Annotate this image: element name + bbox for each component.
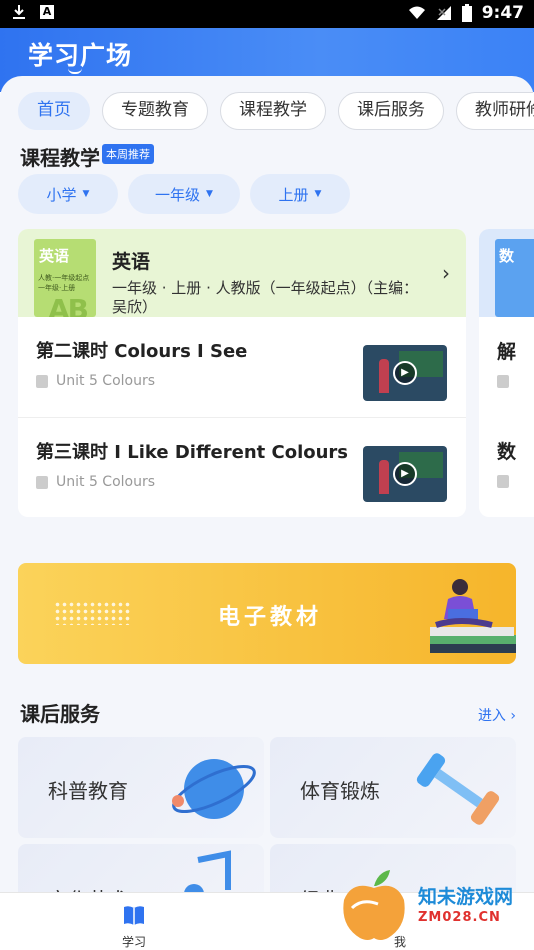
chevron-right-icon: › bbox=[510, 708, 516, 724]
chevron-right-icon[interactable]: › bbox=[442, 261, 450, 285]
book-small-icon bbox=[497, 375, 509, 388]
lesson-item[interactable]: 第二课时 Colours I See Unit 5 Colours ▶ bbox=[18, 317, 466, 417]
lesson-title: 解 bbox=[497, 341, 517, 363]
textbook-cover-title: 英语 bbox=[39, 247, 70, 265]
teacher-figure bbox=[379, 359, 389, 393]
notification-a-icon: A bbox=[40, 5, 54, 19]
stage-filter[interactable]: 小学 ▼ bbox=[18, 174, 118, 214]
planet-icon bbox=[172, 759, 256, 819]
main-content[interactable]: 首页 专题教育 课程教学 课后服务 教师研修 课程教学 本周推荐 小学 ▼ 一年级… bbox=[0, 76, 534, 892]
course-card-header[interactable]: 英语 人教·一年级起点 一年级·上册 AB 英语 一年级 · 上册 · 人教版（一… bbox=[18, 229, 466, 317]
service-card-culture[interactable]: 文化艺术 bbox=[18, 844, 264, 892]
weekly-recommend-badge: 本周推荐 bbox=[102, 144, 154, 164]
lesson-video-thumbnail[interactable]: ▶ bbox=[363, 345, 447, 401]
service-card-title: 体育锻炼 bbox=[300, 779, 380, 803]
lesson-item[interactable]: 第三课时 I Like Different Colours Unit 5 Col… bbox=[18, 417, 466, 517]
textbook-cover: 数 bbox=[495, 239, 534, 317]
course-card[interactable]: 英语 人教·一年级起点 一年级·上册 AB 英语 一年级 · 上册 · 人教版（一… bbox=[18, 229, 466, 517]
service-card-title: 文化艺术 bbox=[48, 884, 128, 892]
title-smile-decoration bbox=[68, 68, 82, 74]
status-time: 9:47 bbox=[481, 3, 524, 23]
subject-name: 英语 bbox=[112, 251, 151, 273]
book-icon bbox=[124, 906, 144, 925]
site-watermark: 知未游戏网 ZM028.CN bbox=[330, 862, 534, 950]
course-card-next[interactable]: 数 解 数 bbox=[479, 229, 534, 517]
page-title: 学习广场 bbox=[28, 41, 133, 70]
textbook-cover-letters: AB bbox=[48, 293, 89, 317]
tab-after-school[interactable]: 课后服务 bbox=[338, 92, 444, 130]
tab-course-teaching[interactable]: 课程教学 bbox=[220, 92, 326, 130]
nav-label-study: 学习 bbox=[121, 935, 146, 949]
banner-title: 电子教材 bbox=[218, 605, 323, 630]
tab-bar: 首页 专题教育 课程教学 课后服务 教师研修 bbox=[18, 92, 534, 130]
battery-icon bbox=[461, 4, 472, 22]
tab-home[interactable]: 首页 bbox=[18, 92, 90, 130]
tab-topic-education[interactable]: 专题教育 bbox=[102, 92, 208, 130]
watermark-url: ZM028.CN bbox=[418, 910, 501, 925]
grade-filter[interactable]: 一年级 ▼ bbox=[128, 174, 240, 214]
play-icon[interactable]: ▶ bbox=[393, 462, 417, 486]
caret-down-icon: ▼ bbox=[314, 189, 322, 199]
caret-down-icon: ▼ bbox=[206, 189, 213, 199]
music-note-icon bbox=[184, 850, 231, 892]
course-card-header: 数 bbox=[479, 229, 534, 317]
e-textbook-banner[interactable]: 电子教材 bbox=[18, 563, 516, 664]
volume-filter-label: 上册 bbox=[278, 185, 309, 204]
subject-info: 一年级 · 上册 · 人教版（一年级起点）（主编：吴欣） bbox=[112, 279, 419, 316]
teacher-figure bbox=[379, 460, 389, 494]
wifi-icon bbox=[408, 6, 425, 19]
book-small-icon bbox=[497, 475, 509, 488]
textbook-cover-title: 数 bbox=[499, 247, 515, 265]
filter-row: 小学 ▼ 一年级 ▼ 上册 ▼ bbox=[18, 174, 350, 214]
play-icon[interactable]: ▶ bbox=[393, 361, 417, 385]
signal-icon bbox=[436, 6, 451, 20]
service-card-sports[interactable]: 体育锻炼 bbox=[270, 737, 516, 838]
enter-link[interactable]: 进入 › bbox=[478, 705, 516, 725]
lesson-unit: Unit 5 Colours bbox=[56, 373, 156, 389]
lesson-unit: Unit 5 Colours bbox=[56, 474, 156, 490]
volume-filter[interactable]: 上册 ▼ bbox=[250, 174, 350, 214]
lesson-title: 第三课时 I Like Different Colours bbox=[36, 442, 349, 463]
book-small-icon bbox=[36, 476, 48, 489]
tab-teacher-training[interactable]: 教师研修 bbox=[456, 92, 534, 130]
book-small-icon bbox=[36, 375, 48, 388]
dumbbell-icon bbox=[416, 753, 500, 825]
enter-link-label: 进入 bbox=[477, 708, 506, 724]
after-school-section-title: 课后服务 bbox=[20, 702, 100, 726]
lesson-title: 数 bbox=[497, 441, 517, 463]
course-section-title: 课程教学 bbox=[20, 146, 100, 170]
status-bar: A 9:47 bbox=[0, 0, 534, 28]
stage-filter-label: 小学 bbox=[46, 185, 77, 204]
nav-item-study[interactable]: 学习 bbox=[84, 893, 184, 950]
service-card-science[interactable]: 科普教育 bbox=[18, 737, 264, 838]
textbook-cover: 英语 人教·一年级起点 一年级·上册 AB bbox=[34, 239, 96, 317]
caret-down-icon: ▼ bbox=[82, 189, 90, 199]
service-card-title: 科普教育 bbox=[48, 779, 128, 803]
apple-logo-icon bbox=[343, 870, 405, 940]
dots-decoration bbox=[54, 601, 132, 625]
textbook-cover-subtitle: 人教·一年级起点 一年级·上册 bbox=[38, 274, 90, 292]
watermark-text: 知未游戏网 bbox=[418, 886, 514, 908]
lesson-video-thumbnail[interactable]: ▶ bbox=[363, 446, 447, 502]
grade-filter-label: 一年级 bbox=[155, 185, 201, 204]
lesson-title: 第二课时 Colours I See bbox=[36, 341, 248, 362]
download-icon bbox=[13, 5, 25, 19]
reading-person-illustration bbox=[430, 579, 516, 653]
